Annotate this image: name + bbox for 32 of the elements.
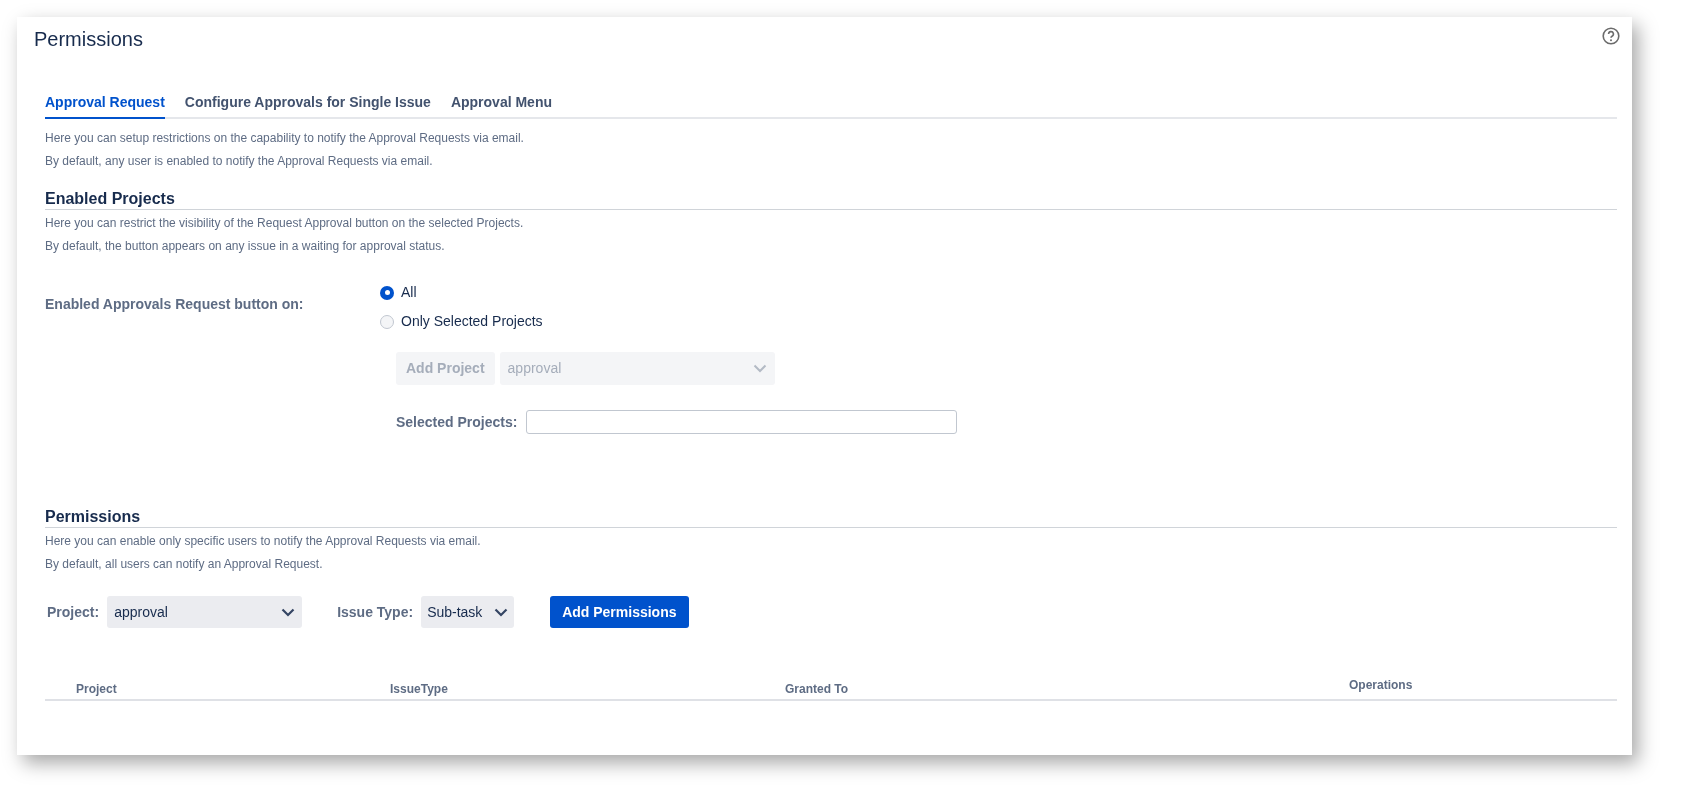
field-label: Issue Type: [337, 602, 414, 622]
column-header: IssueType [390, 682, 448, 696]
description-text: Here you can enable only specific users to notify the Approval Requests via email. [45, 533, 481, 550]
section-heading: Permissions [45, 507, 1617, 528]
project-select[interactable]: approval [107, 596, 303, 628]
page-title: Permissions [34, 27, 143, 52]
selected-projects-field[interactable] [526, 410, 958, 434]
radio-label: All [401, 283, 417, 302]
add-permissions-button[interactable]: Add Permissions [550, 596, 689, 628]
radio-label: Only Selected Projects [401, 312, 543, 331]
column-header: Granted To [785, 682, 849, 696]
description-text: Here you can restrict the visibility of the Request Approval button on the selected Projects. [45, 215, 524, 232]
description-text: Here you can setup restrictions on the capability to notify the Approval Requests via email. [45, 130, 524, 147]
help-icon[interactable] [1602, 27, 1620, 45]
tab[interactable]: Configure Approvals for Single Issue [184, 92, 431, 119]
section-heading: Enabled Projects [45, 189, 1617, 210]
description-text: By default, the button appears on any issue in a waiting for approval status. [45, 238, 445, 255]
field-label: Selected Projects: [396, 412, 518, 432]
description-text: By default, any user is enabled to notify the Approval Requests via email. [45, 153, 433, 170]
radio-button[interactable] [380, 314, 394, 329]
column-header: Operations [1349, 678, 1413, 692]
chevron-down-icon [494, 607, 509, 617]
tab[interactable]: Approval Menu [450, 92, 552, 119]
radio-button[interactable] [380, 285, 394, 300]
field-label: Enabled Approvals Request button on: [45, 295, 305, 314]
chevron-down-icon [281, 607, 296, 617]
tab[interactable]: Approval Request [45, 92, 165, 119]
description-text: By default, all users can notify an Approval Request. [45, 556, 323, 573]
chevron-down-icon [752, 364, 767, 373]
issue-type-select[interactable]: Sub-task [421, 596, 515, 628]
column-header: Project [76, 682, 117, 696]
field-label: Project: [47, 602, 100, 622]
